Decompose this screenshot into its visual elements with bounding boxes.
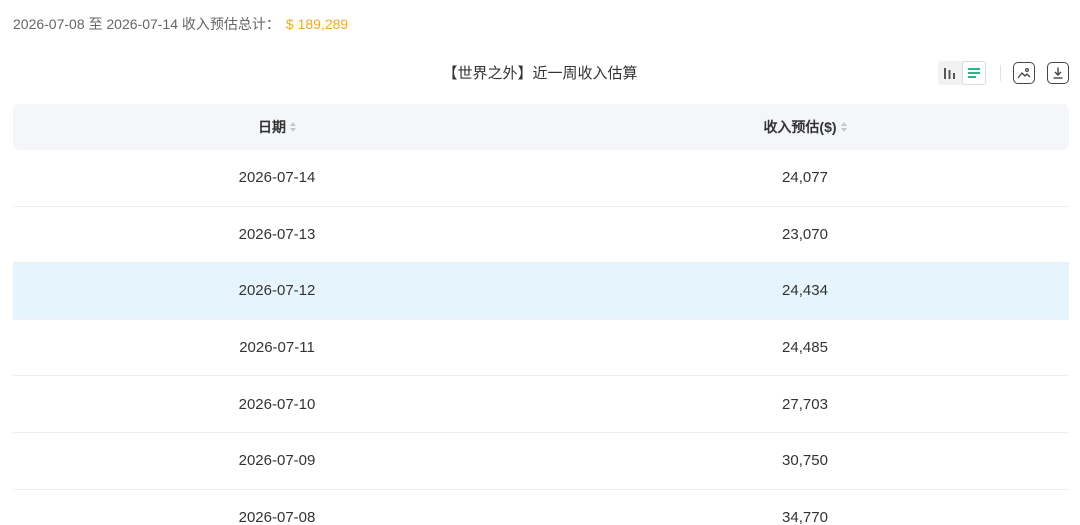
cell-date: 2026-07-08	[238, 508, 316, 525]
cell-revenue: 24,434	[782, 282, 828, 300]
cell-revenue: 34,770	[782, 508, 828, 525]
table-row: 2026-07-11 24,485	[13, 320, 1069, 377]
cell-revenue: 30,750	[782, 452, 828, 470]
summary-range-text: 2026-07-08 至 2026-07-14 收入预估总计：	[13, 16, 280, 32]
cell-date: 2026-07-13	[238, 225, 316, 243]
table-view-icon	[968, 68, 980, 78]
toolbar	[938, 61, 1080, 85]
toolbar-divider	[1000, 65, 1001, 81]
column-header-label: 日期	[258, 119, 286, 135]
summary-total: $ 189,289	[285, 16, 349, 32]
revenue-table: 日期 收入预估($) 2026-07-14 24,077 2026-07-13 …	[13, 104, 1069, 525]
cell-date: 2026-07-14	[238, 169, 316, 187]
column-header-label: 收入预估($)	[763, 119, 837, 135]
page-title: 【世界之外】近一周收入估算	[442, 65, 638, 82]
table-row: 2026-07-12 24,434	[13, 263, 1069, 320]
table-row: 2026-07-08 34,770	[13, 490, 1069, 525]
cell-date: 2026-07-11	[239, 339, 315, 357]
column-header-date[interactable]: 日期	[13, 117, 541, 137]
cell-date: 2026-07-10	[238, 395, 316, 413]
view-toggle	[938, 61, 986, 85]
cell-revenue: 24,077	[782, 169, 828, 187]
table-header: 日期 收入预估($)	[13, 104, 1069, 150]
image-export-icon	[1017, 67, 1031, 79]
cell-date: 2026-07-12	[238, 282, 316, 300]
table-row: 2026-07-13 23,070	[13, 207, 1069, 264]
table-body: 2026-07-14 24,077 2026-07-13 23,070 2026…	[13, 150, 1069, 525]
sort-icon[interactable]	[290, 122, 296, 132]
table-view-button[interactable]	[962, 61, 986, 85]
cell-revenue: 23,070	[782, 225, 828, 243]
download-button[interactable]	[1047, 62, 1069, 84]
cell-revenue: 27,703	[782, 395, 828, 413]
save-image-button[interactable]	[1013, 62, 1035, 84]
table-row: 2026-07-10 27,703	[13, 376, 1069, 433]
sort-icon[interactable]	[840, 122, 847, 132]
column-header-revenue[interactable]: 收入预估($)	[541, 117, 1069, 137]
cell-revenue: 24,485	[782, 339, 828, 357]
revenue-summary: 2026-07-08 至 2026-07-14 收入预估总计： $ 189,289	[13, 14, 348, 34]
cell-date: 2026-07-09	[238, 452, 316, 470]
bar-chart-icon	[944, 68, 955, 79]
bar-chart-view-button[interactable]	[938, 61, 962, 85]
download-icon	[1053, 67, 1063, 79]
table-row: 2026-07-09 30,750	[13, 433, 1069, 490]
table-row: 2026-07-14 24,077	[13, 150, 1069, 207]
